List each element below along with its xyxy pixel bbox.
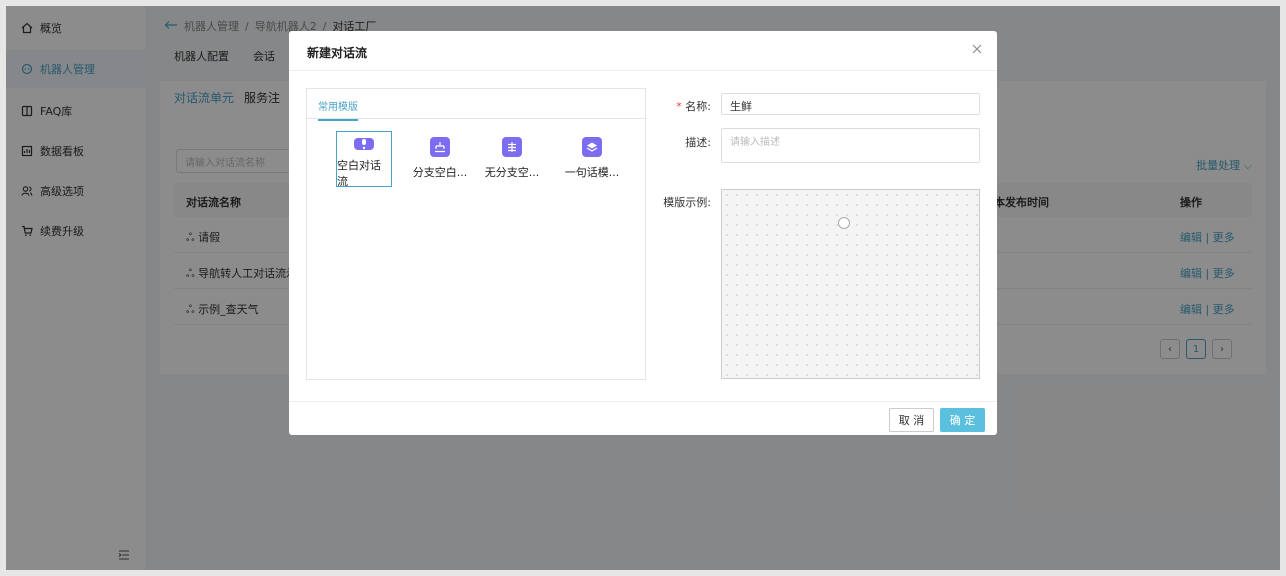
- flow-icon: [502, 137, 522, 157]
- name-label: * 名称:: [659, 98, 711, 114]
- close-icon[interactable]: [971, 43, 983, 55]
- template-label: 空白对话流: [337, 159, 381, 188]
- desc-placeholder: 请输入描述: [730, 137, 780, 148]
- template-one-sentence[interactable]: 一句话模...: [564, 131, 620, 187]
- template-branch-blank[interactable]: 分支空白...: [412, 131, 468, 187]
- branch-icon: [430, 137, 450, 157]
- template-no-branch-blank[interactable]: 无分支空...: [484, 131, 540, 187]
- app-window: 概览 机器人管理 FAQ库 数据看板 高级选项 续费升级 机器人管理 / 导航机…: [6, 6, 1280, 570]
- template-label: 无分支空...: [484, 166, 540, 179]
- divider: [289, 401, 997, 402]
- template-box: 常用模版 空白对话流 分支空白... 无分支空... 一句话模...: [306, 88, 647, 380]
- required-mark: *: [676, 100, 682, 113]
- divider: [289, 70, 997, 71]
- desc-textarea[interactable]: 请输入描述: [721, 128, 980, 163]
- modal-title: 新建对话流: [307, 46, 368, 60]
- new-dialogflow-modal: 新建对话流 常用模版 空白对话流 分支空白... 无分支空... 一句话模...: [289, 31, 997, 435]
- confirm-button[interactable]: 确 定: [940, 408, 985, 432]
- preview-label: 模版示例:: [663, 196, 711, 209]
- template-preview-canvas[interactable]: [721, 189, 980, 379]
- name-label-text: 名称:: [685, 100, 711, 113]
- desc-label: 描述:: [685, 136, 711, 149]
- template-blank-flow[interactable]: 空白对话流: [336, 131, 392, 188]
- layers-icon: [582, 137, 602, 157]
- cancel-button[interactable]: 取 消: [889, 408, 934, 432]
- template-tabs: 常用模版: [307, 89, 647, 121]
- tab-common-templates[interactable]: 常用模版: [318, 98, 358, 121]
- template-label: 一句话模...: [564, 166, 620, 179]
- template-label: 分支空白...: [412, 166, 468, 179]
- start-node: [838, 217, 850, 229]
- name-field[interactable]: 生鲜: [721, 93, 980, 115]
- exclamation-icon: [354, 138, 374, 150]
